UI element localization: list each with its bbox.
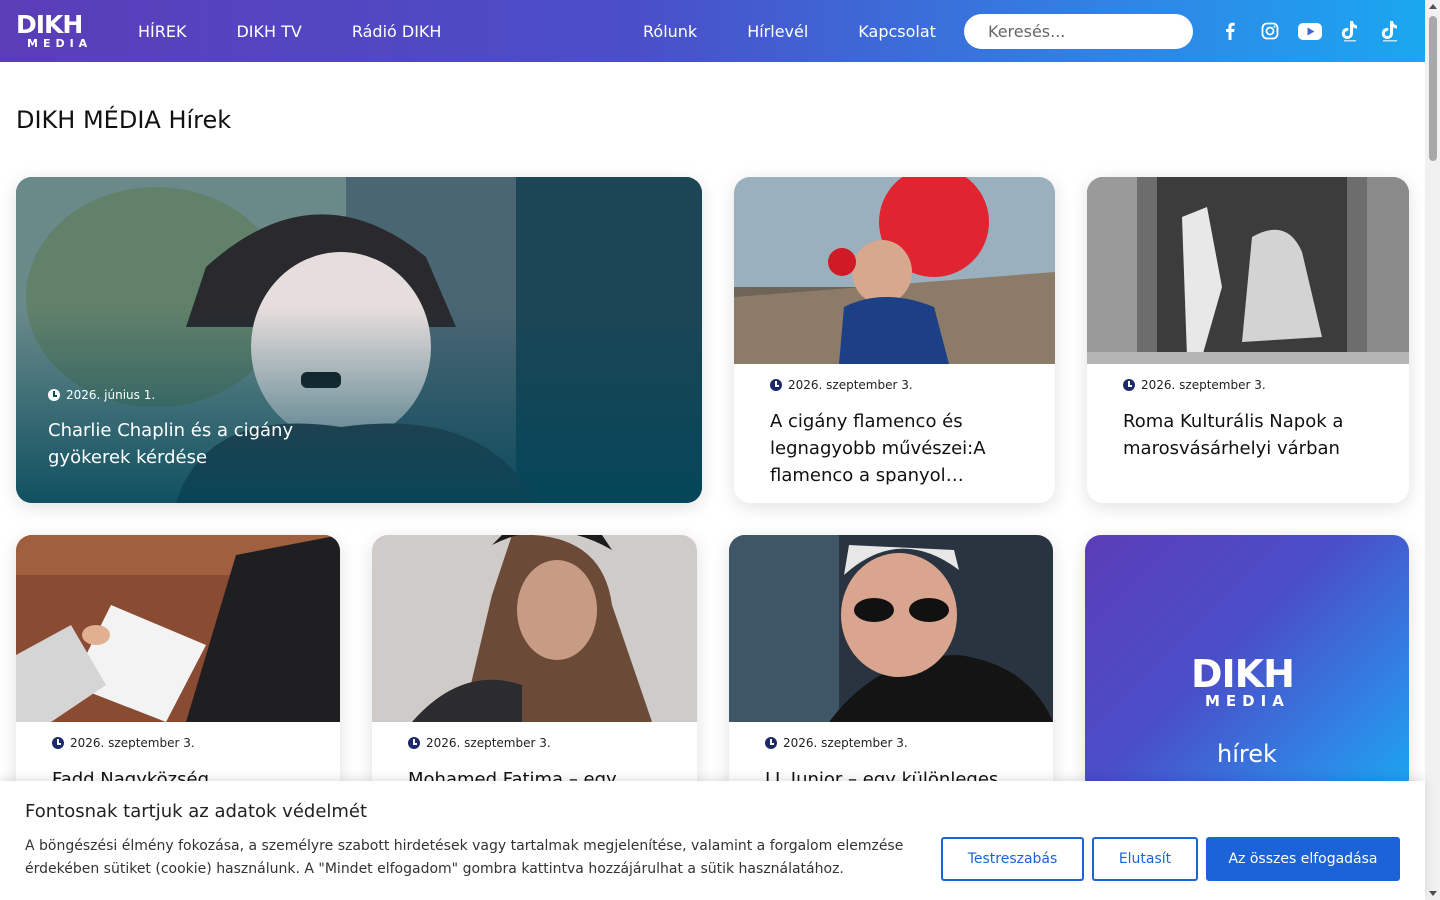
nav-hirek[interactable]: HÍREK: [138, 22, 186, 41]
featured-article-card[interactable]: 2026. június 1. Charlie Chaplin és a cig…: [16, 177, 702, 503]
instagram-icon[interactable]: [1258, 19, 1282, 43]
cookie-banner: Fontosnak tartjuk az adatok védelmét A b…: [0, 781, 1425, 900]
nav-rolunk[interactable]: Rólunk: [643, 22, 697, 41]
tiktok-icon[interactable]: [1378, 19, 1402, 43]
clock-icon: [765, 737, 777, 749]
clock-icon: [408, 737, 420, 749]
nav-radio-dikh[interactable]: Rádió DIKH: [352, 22, 442, 41]
article-title[interactable]: Roma Kulturális Napok a marosvásárhelyi …: [1123, 408, 1373, 462]
facebook-icon[interactable]: [1218, 19, 1242, 43]
main-nav: HÍREK DIKH TV Rádió DIKH: [138, 0, 441, 62]
promo-text: hírek: [1217, 740, 1277, 768]
article-date: 2026. június 1.: [48, 388, 155, 402]
article-title[interactable]: A cigány flamenco és legnagyobb művészei…: [770, 408, 1019, 489]
nav-hirlevel[interactable]: Hírlevél: [747, 22, 808, 41]
clock-icon: [52, 737, 64, 749]
article-date: 2026. szeptember 3.: [765, 736, 1017, 750]
article-image: [734, 177, 1055, 364]
article-date: 2026. szeptember 3.: [770, 378, 1019, 392]
clock-icon: [48, 389, 60, 401]
article-image: [372, 535, 697, 722]
social-links: [1218, 18, 1418, 44]
cookie-text: A böngészési élmény fokozása, a személyr…: [25, 838, 904, 877]
customize-button[interactable]: Testreszabás: [941, 837, 1084, 881]
promo-logo: DIKH MEDIA: [1191, 652, 1295, 710]
youtube-icon[interactable]: [1298, 19, 1322, 43]
site-header: DIKH MEDIA HÍREK DIKH TV Rádió DIKH Rólu…: [0, 0, 1425, 62]
reject-button[interactable]: Elutasít: [1092, 837, 1198, 881]
scroll-down-arrow[interactable]: [1429, 891, 1437, 896]
secondary-nav: Rólunk Hírlevél Kapcsolat: [643, 0, 936, 62]
logo-top: DIKH: [16, 10, 83, 39]
tiktok-icon[interactable]: [1338, 19, 1362, 43]
scroll-thumb[interactable]: [1429, 16, 1437, 161]
cookie-title: Fontosnak tartjuk az adatok védelmét: [25, 801, 368, 822]
promo-card[interactable]: DIKH MEDIA hírek: [1085, 535, 1409, 795]
article-card[interactable]: 2026. szeptember 3. Mohamed Fatima – egy: [372, 535, 697, 795]
article-card[interactable]: 2026. szeptember 3. A cigány flamenco és…: [734, 177, 1055, 503]
article-card[interactable]: 2026. szeptember 3. Fadd Nagyközség: [16, 535, 340, 795]
article-title[interactable]: Charlie Chaplin és a cigány gyökerek kér…: [48, 417, 348, 471]
site-logo[interactable]: DIKH MEDIA: [16, 12, 100, 52]
logo-bottom: MEDIA: [27, 37, 93, 50]
article-image: [1087, 177, 1409, 364]
page-scrollbar[interactable]: [1425, 0, 1440, 900]
article-date: 2026. szeptember 3.: [1123, 378, 1373, 392]
article-image: [16, 535, 340, 722]
clock-icon: [1123, 379, 1135, 391]
article-date: 2026. szeptember 3.: [52, 736, 304, 750]
accept-all-button[interactable]: Az összes elfogadása: [1206, 837, 1400, 881]
article-card[interactable]: 2026. szeptember 3. LL Junior – egy külö…: [729, 535, 1053, 795]
article-card[interactable]: 2026. szeptember 3. Roma Kulturális Napo…: [1087, 177, 1409, 503]
nav-dikh-tv[interactable]: DIKH TV: [236, 22, 301, 41]
search-input[interactable]: [964, 14, 1193, 49]
page-title: DIKH MÉDIA Hírek: [16, 106, 232, 134]
clock-icon: [770, 379, 782, 391]
scroll-up-arrow[interactable]: [1429, 4, 1437, 9]
nav-kapcsolat[interactable]: Kapcsolat: [858, 22, 936, 41]
article-date: 2026. szeptember 3.: [408, 736, 661, 750]
article-image: [729, 535, 1053, 722]
